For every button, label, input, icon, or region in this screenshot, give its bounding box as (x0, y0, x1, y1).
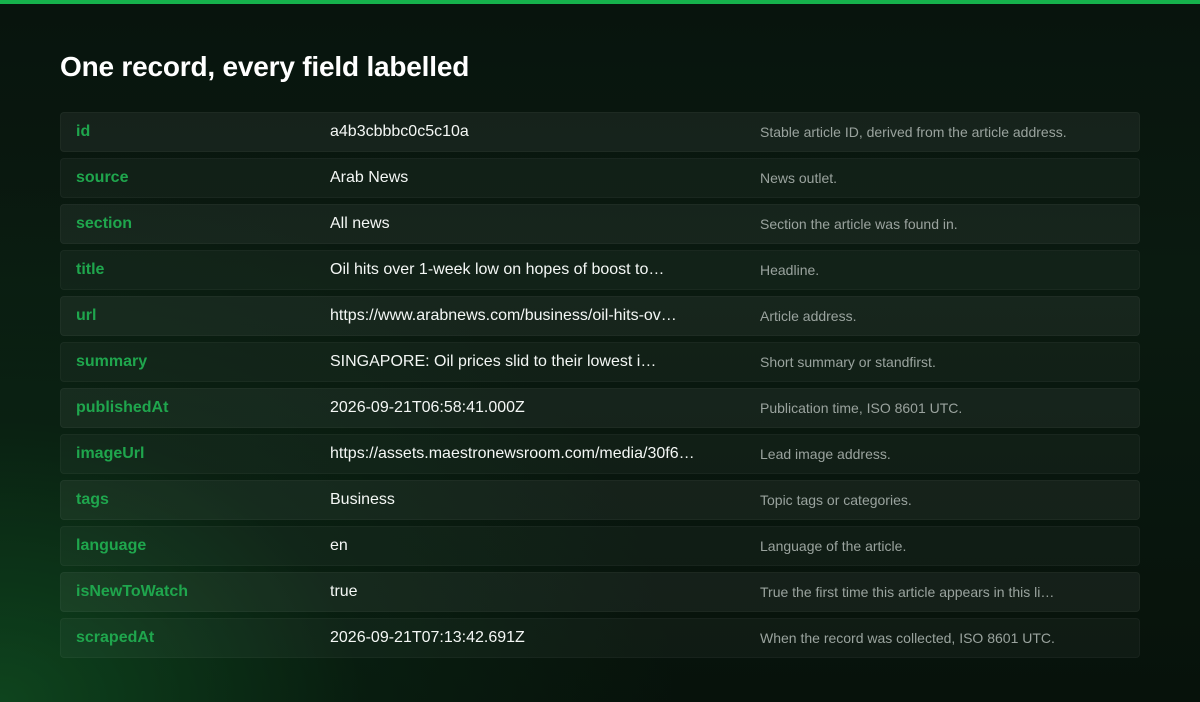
field-key: language (76, 537, 147, 554)
field-row-tags: tags Business Topic tags or categories. (60, 480, 1140, 520)
field-row-publishedAt: publishedAt 2026-09-21T06:58:41.000Z Pub… (60, 388, 1140, 428)
field-description: Short summary or standfirst. (760, 354, 936, 370)
field-key: source (76, 169, 129, 186)
field-key: tags (76, 491, 109, 508)
field-value: Oil hits over 1-week low on hopes of boo… (330, 261, 665, 278)
field-value: Business (330, 491, 395, 508)
field-value: en (330, 537, 348, 554)
field-description: When the record was collected, ISO 8601 … (760, 630, 1055, 646)
field-value: SINGAPORE: Oil prices slid to their lowe… (330, 353, 657, 370)
field-description: Topic tags or categories. (760, 492, 912, 508)
field-description: Language of the article. (760, 538, 907, 554)
field-value: 2026-09-21T07:13:42.691Z (330, 629, 525, 646)
field-row-language: language en Language of the article. (60, 526, 1140, 566)
field-description: News outlet. (760, 170, 838, 186)
field-row-summary: summary SINGAPORE: Oil prices slid to th… (60, 342, 1140, 382)
field-description: Publication time, ISO 8601 UTC. (760, 400, 963, 416)
field-value: https://www.arabnews.com/business/oil-hi… (330, 307, 677, 324)
field-value: All news (330, 215, 390, 232)
record-field-list: id a4b3cbbbc0c5c10a Stable article ID, d… (60, 112, 1140, 664)
field-key: scrapedAt (76, 629, 155, 646)
field-description: Headline. (760, 262, 820, 278)
field-description: Article address. (760, 308, 857, 324)
field-row-source: source Arab News News outlet. (60, 158, 1140, 198)
field-key: section (76, 215, 133, 232)
field-row-id: id a4b3cbbbc0c5c10a Stable article ID, d… (60, 112, 1140, 152)
field-key: isNewToWatch (76, 583, 189, 600)
field-value: a4b3cbbbc0c5c10a (330, 123, 469, 140)
field-description: True the first time this article appears… (760, 584, 1055, 600)
field-description: Stable article ID, derived from the arti… (760, 124, 1067, 140)
field-value: 2026-09-21T06:58:41.000Z (330, 399, 525, 416)
field-description: Lead image address. (760, 446, 891, 462)
field-row-imageUrl: imageUrl https://assets.maestronewsroom.… (60, 434, 1140, 474)
field-key: publishedAt (76, 399, 169, 416)
field-row-isNewToWatch: isNewToWatch true True the first time th… (60, 572, 1140, 612)
page-title: One record, every field labelled (60, 51, 470, 82)
field-row-scrapedAt: scrapedAt 2026-09-21T07:13:42.691Z When … (60, 618, 1140, 658)
field-key: summary (76, 353, 148, 370)
field-row-section: section All news Section the article was… (60, 204, 1140, 244)
field-key: url (76, 307, 97, 324)
field-key: id (76, 123, 91, 140)
top-accent-bar (0, 0, 1200, 4)
field-row-url: url https://www.arabnews.com/business/oi… (60, 296, 1140, 336)
field-value: true (330, 583, 358, 600)
field-key: title (76, 261, 105, 278)
field-row-title: title Oil hits over 1-week low on hopes … (60, 250, 1140, 290)
field-value: Arab News (330, 169, 409, 186)
field-description: Section the article was found in. (760, 216, 958, 232)
field-key: imageUrl (76, 445, 145, 462)
field-value: https://assets.maestronewsroom.com/media… (330, 445, 695, 462)
